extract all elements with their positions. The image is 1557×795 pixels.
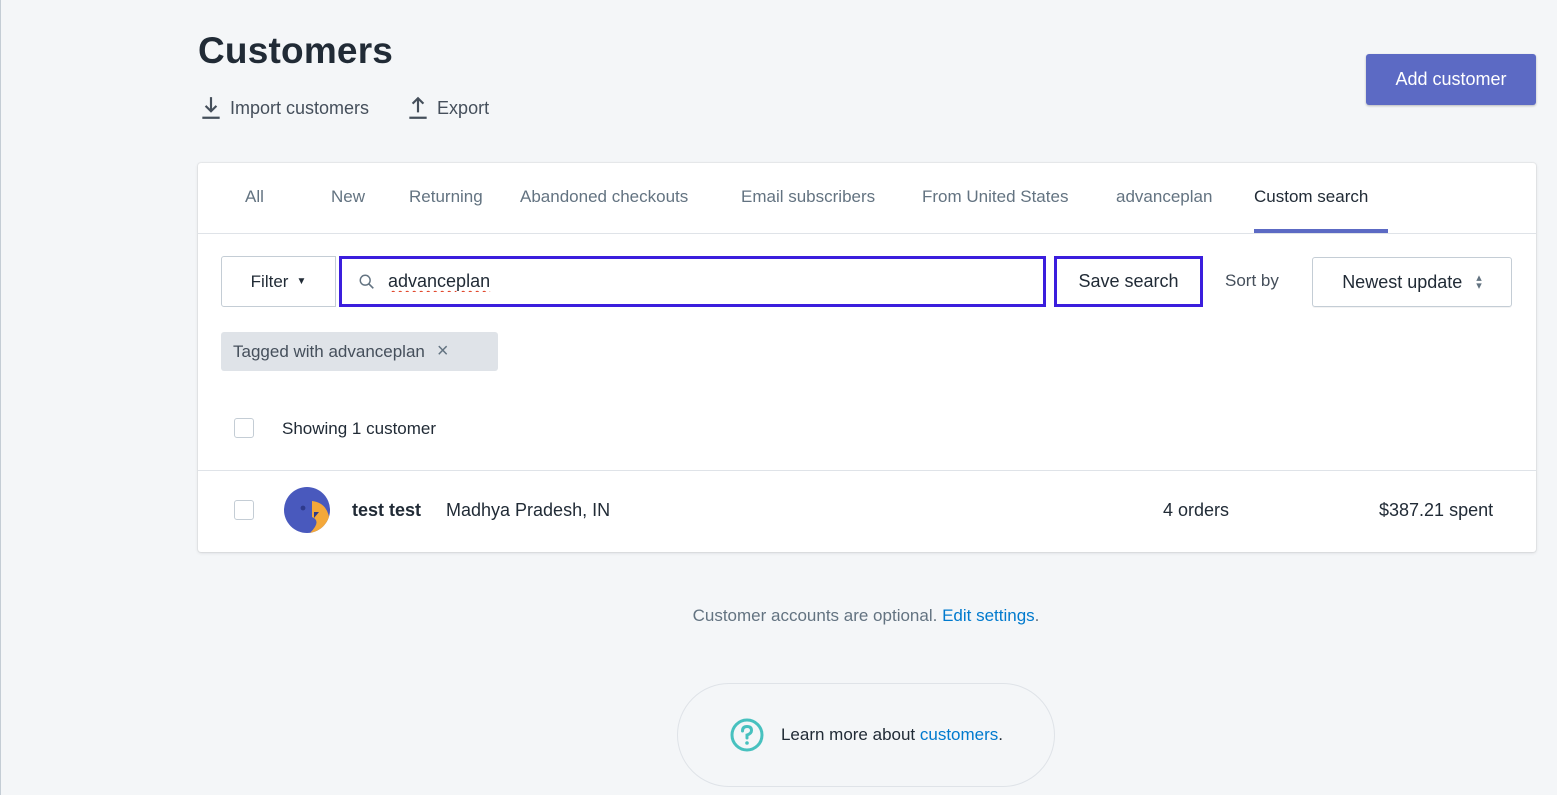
- customer-orders: 4 orders: [1163, 500, 1230, 520]
- customer-tabs: All New Returning Abandoned checkouts Em…: [198, 163, 1536, 234]
- tab-returning[interactable]: Returning: [409, 187, 483, 207]
- customer-location: Madhya Pradesh, IN: [446, 500, 611, 520]
- tab-advanceplan[interactable]: advanceplan: [1116, 187, 1212, 207]
- tab-new[interactable]: New: [331, 187, 365, 207]
- search-field[interactable]: [339, 256, 1046, 307]
- accounts-period: .: [1034, 606, 1040, 625]
- applied-filter-tag: Tagged with advanceplan ×: [221, 332, 498, 371]
- customer-name[interactable]: test test: [352, 500, 421, 521]
- export-label: Export: [437, 97, 490, 118]
- select-arrows-icon: ▴ ▾: [1476, 272, 1482, 292]
- accounts-text: Customer accounts are optional.: [692, 606, 943, 625]
- sort-value: Newest update: [1342, 271, 1463, 292]
- accounts-note: Customer accounts are optional. Edit set…: [1, 606, 1557, 626]
- search-input[interactable]: [386, 270, 1010, 293]
- save-search-button[interactable]: Save search: [1054, 256, 1203, 307]
- showing-count: Showing 1 customer: [282, 419, 437, 438]
- filter-label: Filter: [250, 271, 289, 291]
- select-all-checkbox[interactable]: [234, 418, 254, 438]
- edit-settings-link[interactable]: Edit settings: [942, 606, 1035, 625]
- customer-spent: $387.21 spent: [1379, 500, 1494, 520]
- learn-more-text: Learn more about customers.: [781, 725, 1003, 745]
- page-title: Customers: [198, 30, 394, 71]
- search-icon: [359, 274, 374, 289]
- page-actions: Import customers Export: [200, 95, 489, 121]
- sort-select[interactable]: Newest update ▴ ▾: [1312, 257, 1512, 307]
- tab-email-subscribers[interactable]: Email subscribers: [741, 187, 875, 207]
- tab-all[interactable]: All: [245, 187, 264, 207]
- add-customer-button[interactable]: Add customer: [1366, 54, 1536, 105]
- export-button[interactable]: Export: [407, 95, 489, 121]
- avatar: [284, 487, 330, 533]
- help-footer: Learn more about customers.: [677, 683, 1055, 787]
- tab-custom-search[interactable]: Custom search: [1254, 187, 1368, 207]
- customers-help-link[interactable]: customers: [920, 725, 998, 744]
- help-icon: [730, 718, 764, 752]
- upload-icon: [409, 96, 427, 119]
- download-icon: [202, 97, 220, 119]
- customer-row-checkbox[interactable]: [234, 500, 254, 520]
- tag-label: Tagged with advanceplan: [233, 341, 425, 361]
- active-tab-indicator: [1254, 229, 1388, 233]
- learn-more-period: .: [998, 725, 1004, 744]
- import-customers-button[interactable]: Import customers: [200, 95, 369, 121]
- customers-card: All New Returning Abandoned checkouts Em…: [198, 163, 1536, 552]
- tab-abandoned-checkouts[interactable]: Abandoned checkouts: [520, 187, 688, 207]
- import-customers-label: Import customers: [230, 97, 370, 118]
- filter-button[interactable]: Filter ▼: [221, 256, 336, 307]
- caret-down-icon: ▼: [296, 276, 307, 287]
- learn-more-label: Learn more about: [780, 725, 920, 744]
- divider: [198, 470, 1536, 471]
- close-icon[interactable]: ×: [437, 340, 449, 363]
- sort-by-label: Sort by: [1225, 271, 1279, 290]
- tab-from-united-states[interactable]: From United States: [922, 187, 1068, 207]
